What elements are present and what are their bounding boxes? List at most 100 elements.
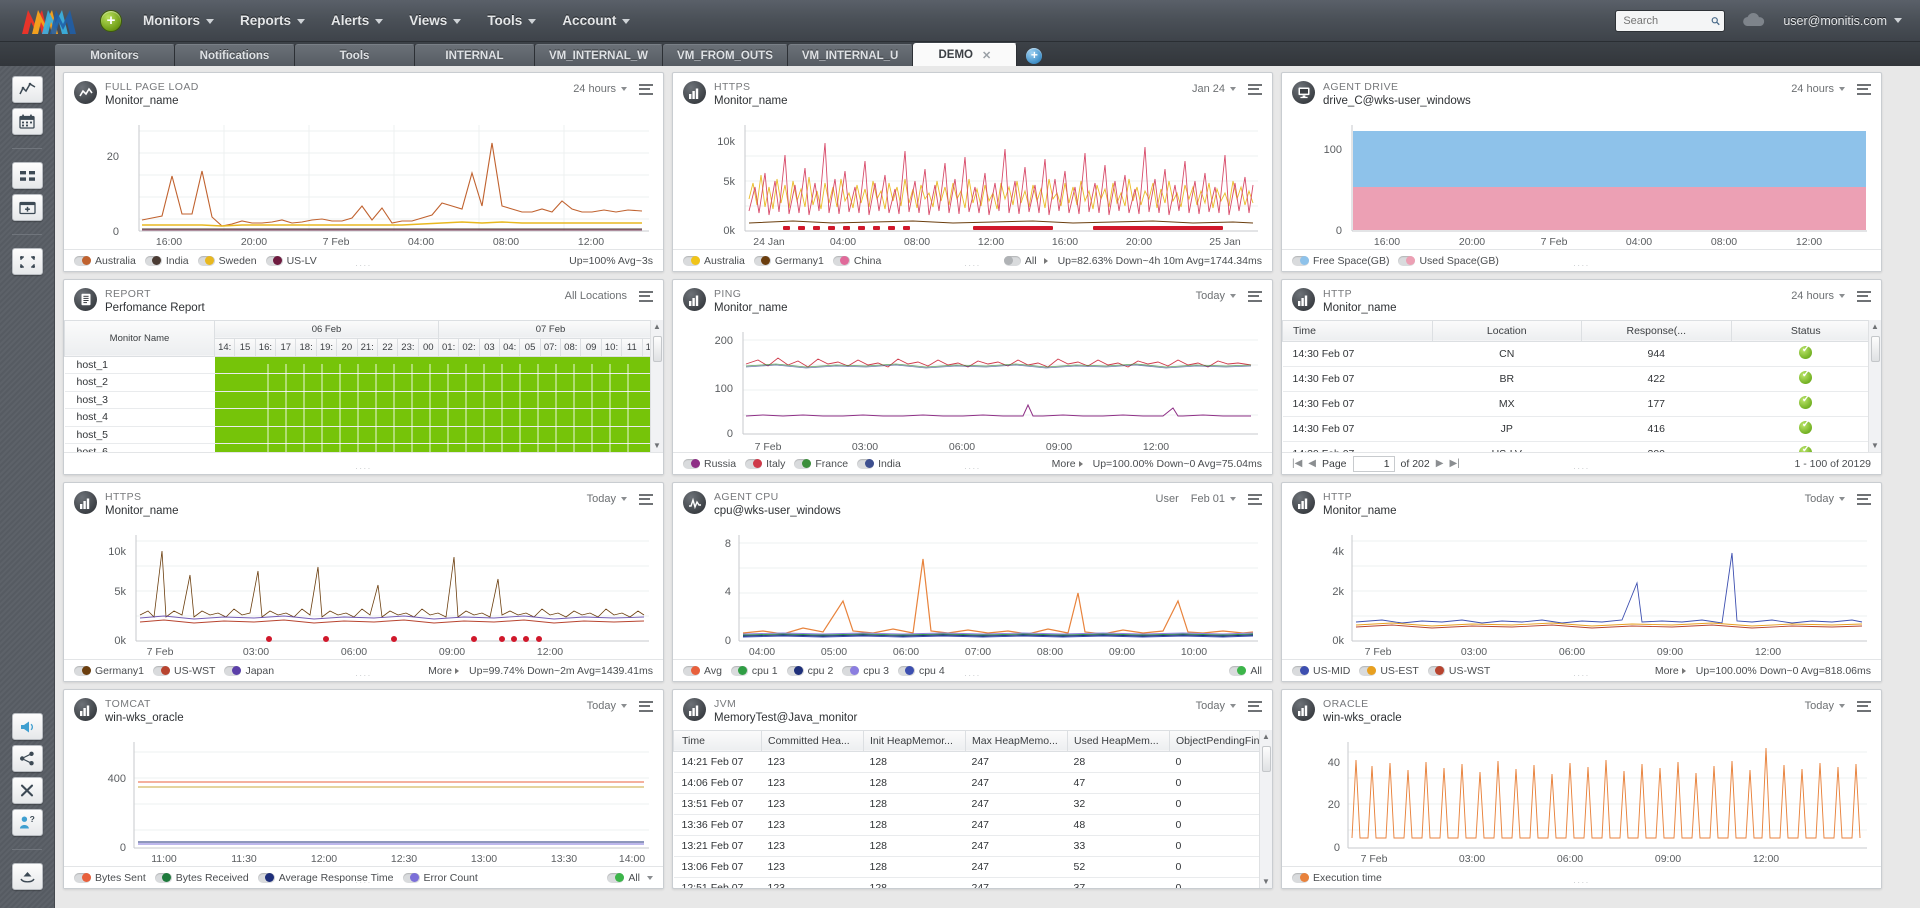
table-row[interactable]: host_1 [64,356,663,374]
legend-toggle-all[interactable]: All [607,872,653,884]
monitis-logo[interactable] [18,4,78,38]
table-row[interactable]: 14:30 Feb 07 JP 416 [1282,416,1881,442]
nav-item-views[interactable]: Views [400,9,470,32]
resize-handle[interactable]: ···· [355,464,372,473]
first-page-icon[interactable]: |◀ [1292,458,1302,469]
table-row[interactable]: 14:30 Feb 07 CN 944 [1282,341,1881,367]
legend-toggle[interactable] [842,665,860,676]
legend-toggle[interactable] [144,255,162,266]
table-row[interactable]: 14:30 Feb 07 US-LV 200 [1282,441,1881,452]
tab-demo[interactable]: DEMO ✕ [913,43,1018,66]
widget-menu-icon[interactable] [1248,493,1262,505]
legend-item-cpu-2[interactable]: cpu 2 [786,665,833,677]
add-tab-button[interactable]: + [1023,46,1045,66]
col-response[interactable]: Response(... [1581,319,1732,342]
period-selector[interactable]: Today [587,493,627,505]
nav-item-account[interactable]: Account [553,9,639,32]
period-selector[interactable]: Jan 24 [1192,83,1236,95]
col-location[interactable]: Location [1431,319,1582,342]
add-widget-icon[interactable] [11,194,43,221]
upload-icon[interactable] [11,863,43,890]
widget-menu-icon[interactable] [639,700,653,712]
resize-handle[interactable]: ···· [1573,464,1590,473]
period-selector[interactable]: Feb 01 [1191,493,1236,505]
scrollbar-thumb[interactable] [1870,335,1880,362]
close-icon[interactable]: ✕ [982,49,991,62]
legend-toggle[interactable] [1003,255,1021,266]
legend-item-cpu-1[interactable]: cpu 1 [730,665,778,677]
legend-item-bytes-sent[interactable]: Bytes Sent [74,872,146,884]
legend-toggle[interactable] [745,458,763,469]
widget-menu-icon[interactable] [1248,290,1262,302]
widget-menu-icon[interactable] [639,493,653,505]
tab-internal[interactable]: INTERNAL [415,44,535,66]
cloud-icon[interactable] [1739,12,1769,30]
legend-item-cpu-3[interactable]: cpu 3 [842,665,889,677]
legend-toggle[interactable] [857,458,875,469]
legend-toggle-all[interactable]: All [1003,255,1048,267]
location-selector[interactable]: All Locations [565,290,627,302]
legend-item-australia[interactable]: Australia [74,255,136,267]
tab-tools[interactable]: Tools [295,44,415,66]
legend-item-japan[interactable]: Japan [224,665,274,677]
table-row[interactable]: 12:51 Feb 07 123 128 247 37 0 [673,877,1272,888]
period-selector[interactable]: Today [1196,700,1236,712]
nav-item-reports[interactable]: Reports [231,9,314,32]
add-new-button[interactable]: + [100,9,122,32]
period-selector[interactable]: Today [587,700,627,712]
table-row[interactable]: host_5 [64,426,663,444]
tab-vm-internal-w[interactable]: VM_INTERNAL_W [535,44,664,66]
period-selector[interactable]: Today [1805,700,1845,712]
scroll-up-icon[interactable]: ▲ [1262,732,1270,741]
period-selector[interactable]: 24 hours [1791,83,1845,95]
report-vertical-scrollbar[interactable]: ▲ ▼ [650,319,663,452]
legend-item-cpu-4[interactable]: cpu 4 [897,665,945,677]
col-time[interactable]: Time [1282,319,1433,342]
widget-menu-icon[interactable] [1857,700,1871,712]
legend-toggle[interactable] [786,665,804,676]
search-input[interactable] [1623,14,1712,27]
period-selector[interactable]: 24 hours [1791,290,1845,302]
legend-toggle[interactable] [753,255,771,266]
legend-toggle[interactable] [1427,665,1445,676]
legend-toggle-all[interactable]: All [1229,665,1262,677]
legend-item-india[interactable]: India [144,255,189,267]
more-legend-button[interactable]: More [428,665,460,677]
table-row[interactable]: host_3 [64,391,663,409]
table-row[interactable]: 14:30 Feb 07 BR 422 [1282,366,1881,392]
legend-toggle[interactable] [153,665,171,676]
grid-icon[interactable] [11,162,43,189]
chart-icon[interactable] [11,76,43,103]
col-used-heap[interactable]: Used HeapMem... [1067,729,1170,752]
legend-item-italy[interactable]: Italy [745,458,785,470]
resize-handle[interactable]: ···· [355,878,372,887]
legend-item-us-wst[interactable]: US-WST [153,665,215,677]
table-row[interactable]: host_4 [64,408,663,427]
legend-toggle[interactable] [897,665,915,676]
legend-item-france[interactable]: France [794,458,848,470]
legend-item-india[interactable]: India [857,458,901,470]
tab-vm-internal-u[interactable]: VM_INTERNAL_U [787,44,914,66]
legend-item-execution-time[interactable]: Execution time [1292,872,1382,884]
legend-toggle[interactable] [683,255,700,266]
search-icon[interactable] [1711,15,1721,27]
legend-toggle[interactable] [74,665,91,676]
widget-menu-icon[interactable] [639,83,653,95]
legend-toggle[interactable] [257,872,275,883]
announce-icon[interactable] [11,713,43,740]
table-row[interactable]: host_6 [64,443,663,452]
calendar-icon[interactable] [11,108,43,135]
tab-monitors[interactable]: Monitors [55,44,175,66]
legend-item-sweden[interactable]: Sweden [197,255,257,267]
legend-toggle[interactable] [794,458,812,469]
legend-toggle[interactable] [1398,255,1416,266]
scroll-down-icon[interactable]: ▼ [1871,441,1879,450]
widget-menu-icon[interactable] [639,290,653,302]
scrollbar-thumb[interactable] [652,335,662,362]
resize-handle[interactable]: ···· [1573,671,1590,680]
widget-menu-icon[interactable] [1248,700,1262,712]
col-status[interactable]: Status [1730,319,1881,342]
user-menu[interactable]: user@monitis.com [1783,14,1902,28]
legend-toggle[interactable] [1229,665,1247,676]
legend-item-used-space[interactable]: Used Space(GB) [1398,255,1499,267]
